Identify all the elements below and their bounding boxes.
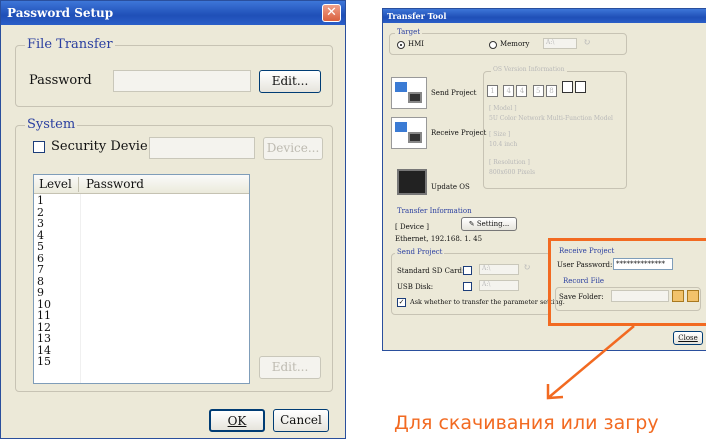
annotation-caption: Для скачивания или загру [394, 412, 659, 434]
annotation-arrow [546, 325, 635, 400]
